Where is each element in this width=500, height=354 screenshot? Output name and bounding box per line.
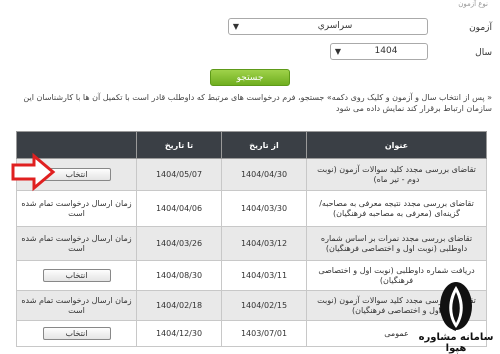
row-from-date: 1404/03/12 — [221, 226, 307, 261]
row-status: زمان ارسال درخواست تمام شده است — [16, 190, 137, 227]
row-title: تقاضای بررسی مجدد کلید سوالات آزمون (نوب… — [306, 158, 487, 191]
top-clipped-label: نوع آزمون — [458, 0, 488, 8]
year-label: سال — [475, 48, 492, 58]
select-button[interactable]: انتخاب — [42, 327, 111, 340]
request-form-page: نوع آزمون آزمون ▼ سراسري سال ▼ 1404 جستج… — [0, 0, 500, 354]
row-from-date: 1404/03/11 — [221, 260, 307, 291]
header-to-date: تا تاریخ — [136, 131, 222, 159]
row-from-date: 1403/07/01 — [221, 320, 307, 347]
table-header-row: تا تاریخ از تاریخ عنوان — [16, 131, 487, 159]
exam-label: آزمون — [469, 23, 492, 33]
year-select[interactable]: ▼ 1404 — [330, 43, 428, 60]
row-to-date: 1404/02/18 — [136, 290, 222, 321]
table-row: انتخاب 1404/05/07 1404/04/30 تقاضای بررس… — [16, 158, 487, 191]
header-title: عنوان — [306, 131, 487, 159]
row-title: تقاضای بررسی مجدد نمرات بر اساس شماره دا… — [306, 226, 487, 261]
row-status: زمان ارسال درخواست تمام شده است — [16, 290, 137, 321]
help-text: « پس از انتخاب سال و آزمون و کلیک روی دک… — [23, 93, 492, 113]
row-status: زمان ارسال درخواست تمام شده است — [16, 226, 137, 261]
year-select-value: 1404 — [374, 46, 398, 56]
table-row: زمان ارسال درخواست تمام شده است 1404/03/… — [16, 226, 487, 261]
row-to-date: 1404/05/07 — [136, 158, 222, 191]
row-title: تقاضای بررسی مجدد نتیجه معرفی به مصاحبه/… — [306, 190, 487, 227]
select-button[interactable]: انتخاب — [42, 269, 111, 282]
row-action-cell: انتخاب — [16, 260, 137, 291]
row-to-date: 1404/08/30 — [136, 260, 222, 291]
chevron-down-icon: ▼ — [232, 22, 240, 31]
row-from-date: 1404/03/30 — [221, 190, 307, 227]
red-arrow-icon — [11, 152, 56, 192]
row-action-cell: انتخاب — [16, 320, 137, 347]
search-button[interactable]: جستجو — [210, 69, 290, 86]
row-from-date: 1404/02/15 — [221, 290, 307, 321]
table-row: زمان ارسال درخواست تمام شده است 1404/04/… — [16, 190, 487, 227]
chevron-down-icon: ▼ — [334, 47, 342, 56]
row-from-date: 1404/04/30 — [221, 158, 307, 191]
header-from-date: از تاریخ — [221, 131, 307, 159]
row-to-date: 1404/12/30 — [136, 320, 222, 347]
exam-select-value: سراسري — [317, 21, 353, 31]
row-to-date: 1404/03/26 — [136, 226, 222, 261]
row-to-date: 1404/04/06 — [136, 190, 222, 227]
exam-select[interactable]: ▼ سراسري — [228, 18, 428, 35]
